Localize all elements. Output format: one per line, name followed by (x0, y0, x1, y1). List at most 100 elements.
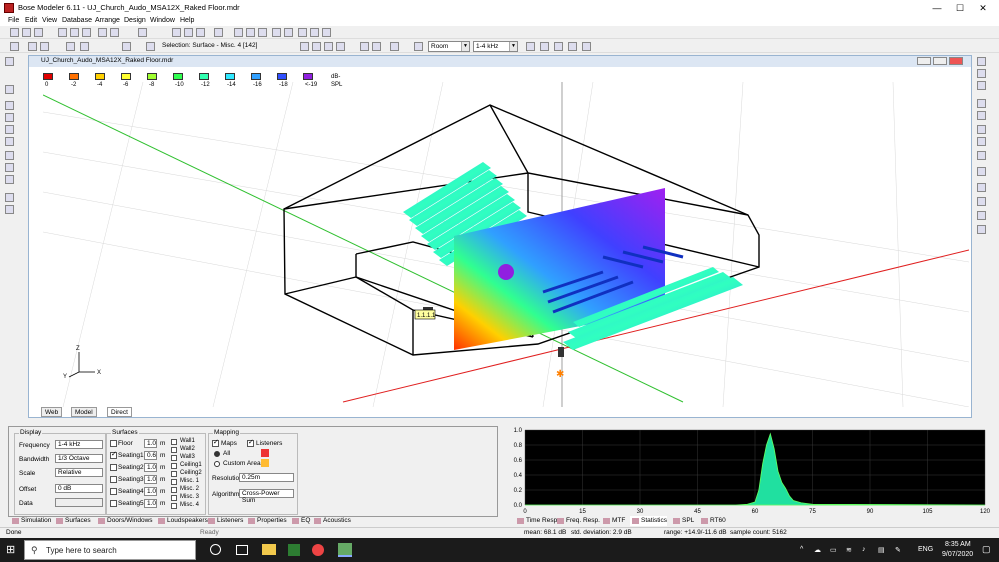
yz-view-icon[interactable] (246, 28, 255, 37)
print-icon[interactable] (138, 28, 147, 37)
listener-icon[interactable] (558, 347, 564, 357)
undo-icon[interactable] (98, 28, 107, 37)
maps-checkbox[interactable] (212, 438, 219, 447)
lock-icon[interactable] (80, 42, 89, 51)
surface-checkbox[interactable] (110, 464, 117, 471)
tab-spl[interactable]: SPL (671, 516, 694, 526)
surface-height-input[interactable]: 1.0 (144, 463, 157, 472)
move-icon[interactable] (28, 42, 37, 51)
asterisk-icon[interactable] (360, 42, 369, 51)
surface2-checkbox[interactable] (171, 455, 177, 461)
color-icon[interactable] (214, 28, 223, 37)
tab-time-resp[interactable]: Time Resp. (515, 516, 559, 526)
area-icon[interactable] (261, 459, 269, 467)
menu-view[interactable]: View (42, 16, 57, 26)
paste-icon[interactable] (82, 28, 91, 37)
window-icon[interactable] (172, 28, 181, 37)
tray-cloud-icon[interactable]: ☁ (814, 546, 821, 554)
band-select[interactable]: 1-4 kHz ▼ (473, 41, 518, 52)
tab-properties[interactable]: Properties (246, 516, 287, 526)
minimize-button[interactable]: — (930, 2, 944, 14)
r-tool10-icon[interactable] (977, 183, 986, 192)
tray-battery-icon[interactable]: ▭ (830, 546, 837, 554)
surface2-checkbox[interactable] (171, 479, 177, 485)
surface-height-input[interactable]: 1.0 (144, 475, 157, 484)
tab-acoustics[interactable]: Acoustics (312, 516, 351, 526)
grid-icon[interactable] (184, 28, 193, 37)
r-tool3-icon[interactable] (977, 81, 986, 90)
surface-checkbox[interactable] (110, 440, 117, 447)
delete-icon[interactable] (122, 42, 131, 51)
tab-listeners[interactable]: Listeners (206, 516, 243, 526)
frame-icon[interactable] (5, 175, 14, 184)
r-tool8-icon[interactable] (977, 151, 986, 160)
tray-pen-icon[interactable]: ✎ (895, 546, 901, 554)
menu-database[interactable]: Database (62, 16, 92, 26)
layer-icon[interactable] (5, 151, 14, 160)
rotate-icon[interactable] (284, 28, 293, 37)
taskbar-search[interactable]: ⚲ Type here to search (24, 540, 196, 560)
r-tool4-icon[interactable] (977, 99, 986, 108)
nav3-icon[interactable] (554, 42, 563, 51)
surface-checkbox[interactable] (110, 488, 117, 495)
maximize-button[interactable]: ☐ (953, 2, 967, 14)
tab-direct[interactable]: Direct (107, 407, 132, 417)
r-tool1-icon[interactable] (977, 57, 986, 66)
tool-d-icon[interactable] (336, 42, 345, 51)
nav2-icon[interactable] (540, 42, 549, 51)
crosshair-icon[interactable] (390, 42, 399, 51)
frequency-select[interactable]: 1-4 kHz (55, 440, 103, 449)
pointer-icon[interactable] (10, 42, 19, 51)
edit-icon[interactable] (5, 113, 14, 122)
zoom-in-icon[interactable] (298, 28, 307, 37)
copy-icon[interactable] (70, 28, 79, 37)
task-view-icon[interactable] (236, 545, 248, 555)
cut-icon[interactable] (58, 28, 67, 37)
surface2-checkbox[interactable] (171, 463, 177, 469)
surface-checkbox[interactable] (110, 450, 117, 459)
vertex-icon[interactable] (66, 42, 75, 51)
chrome-icon[interactable] (312, 544, 324, 556)
bulb-icon[interactable] (5, 163, 14, 172)
nav5-icon[interactable] (582, 42, 591, 51)
resolution-select[interactable]: 0.25m (239, 473, 294, 482)
store-icon[interactable] (288, 544, 300, 556)
tray-wifi-icon[interactable]: ≋ (846, 546, 852, 554)
r-tool9-icon[interactable] (977, 167, 986, 176)
surface-height-input[interactable]: 1.0 (144, 439, 157, 448)
note-icon[interactable] (5, 137, 14, 146)
zoom-out-icon[interactable] (310, 28, 319, 37)
open-icon[interactable] (22, 28, 31, 37)
r-tool2-icon[interactable] (977, 69, 986, 78)
windows-start-icon[interactable]: ⊞ (6, 544, 18, 556)
arrow-right-icon[interactable] (5, 205, 14, 214)
custom-areas-radio[interactable] (214, 461, 220, 467)
tab-simulation[interactable]: Simulation (10, 516, 51, 526)
xy-view-icon[interactable] (234, 28, 243, 37)
save-icon[interactable] (34, 28, 43, 37)
bose-modeler-taskbar-icon[interactable] (338, 543, 352, 557)
tray-chevron-icon[interactable]: ^ (800, 546, 803, 553)
tab-freq-resp[interactable]: Freq. Resp. (555, 516, 600, 526)
tray-language[interactable]: ENG (918, 546, 933, 553)
face-icon[interactable] (146, 42, 155, 51)
r-tool5-icon[interactable] (977, 111, 986, 120)
surface-height-input[interactable]: 0.6 (144, 451, 157, 460)
table-icon[interactable] (196, 28, 205, 37)
lock2-icon[interactable] (414, 42, 423, 51)
new-icon[interactable] (10, 28, 19, 37)
tool-c-icon[interactable] (324, 42, 333, 51)
shape-icon[interactable] (5, 85, 14, 94)
menu-help[interactable]: Help (180, 16, 194, 26)
surface2-checkbox[interactable] (171, 447, 177, 453)
close-button[interactable]: ✕ (976, 2, 990, 14)
tool-a-icon[interactable] (300, 42, 309, 51)
list-icon[interactable] (5, 125, 14, 134)
surface2-checkbox[interactable] (171, 439, 177, 445)
plus-icon[interactable] (5, 101, 14, 110)
tab-loudspeakers[interactable]: Loudspeakers (156, 516, 208, 526)
r-tool6-icon[interactable] (977, 125, 986, 134)
nav4-icon[interactable] (568, 42, 577, 51)
menu-file[interactable]: File (8, 16, 19, 26)
r-tool13-icon[interactable] (977, 225, 986, 234)
